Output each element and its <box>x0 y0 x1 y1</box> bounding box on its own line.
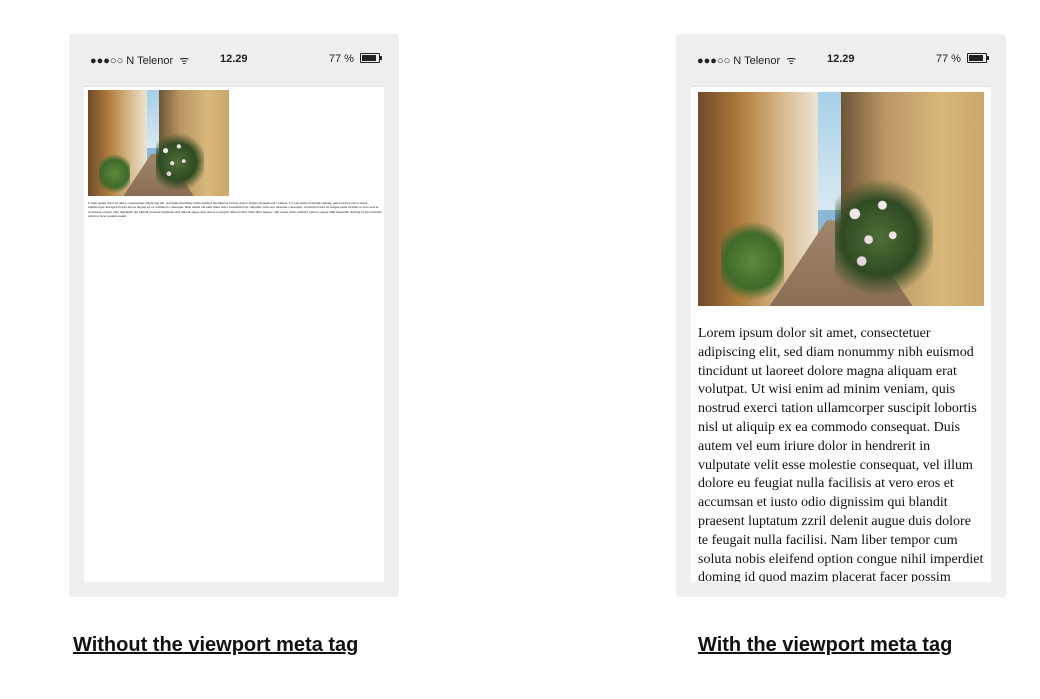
status-bar: ●●●○○ N Telenor ᯤ 12.29 77 % <box>84 48 384 72</box>
status-bar: ●●●○○ N Telenor ᯤ 12.29 77 % <box>691 48 991 72</box>
clock-time: 12.29 <box>827 53 855 65</box>
phone-with-viewport: ●●●○○ N Telenor ᯤ 12.29 77 % Lorem ipsum… <box>676 34 1006 597</box>
street-photo <box>698 92 984 306</box>
carrier-label: ●●●○○ N Telenor <box>697 55 781 67</box>
phone-screen[interactable]: Lorem ipsum dolor sit amet, consectetuer… <box>691 86 991 582</box>
phone-screen[interactable]: Lorem ipsum dolor sit amet, consectetuer… <box>84 86 384 582</box>
battery-percent: 77 % <box>328 53 354 65</box>
wifi-icon: ᯤ <box>783 55 797 67</box>
battery-icon <box>967 53 989 64</box>
caption-with-viewport: With the viewport meta tag <box>698 634 953 656</box>
battery-percent: 77 % <box>935 53 961 65</box>
clock-time: 12.29 <box>220 53 248 65</box>
lorem-paragraph: Lorem ipsum dolor sit amet, consectetuer… <box>698 326 984 582</box>
carrier-label: ●●●○○ N Telenor <box>90 55 174 67</box>
phone-without-viewport: ●●●○○ N Telenor ᯤ 12.29 77 % Lorem ipsum… <box>69 34 399 597</box>
caption-without-viewport: Without the viewport meta tag <box>73 634 359 656</box>
street-photo <box>88 90 229 196</box>
battery-icon <box>360 53 382 64</box>
wifi-icon: ᯤ <box>176 55 190 67</box>
lorem-paragraph: Lorem ipsum dolor sit amet, consectetuer… <box>88 201 382 218</box>
